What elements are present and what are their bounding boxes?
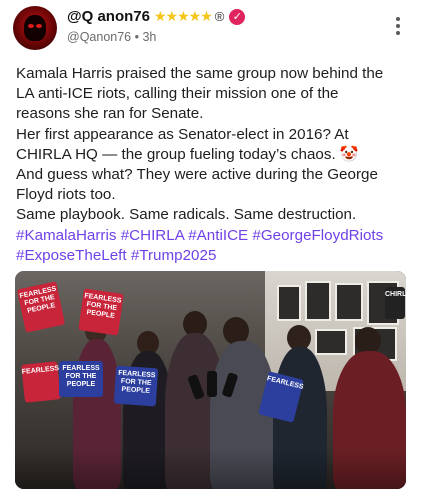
hashtag-line: #ExposeTheLeft #Trump2025: [16, 246, 411, 266]
more-vertical-icon[interactable]: [388, 14, 408, 38]
author-name-row: @Q anon76 ★★★★★ ® ✓: [67, 8, 246, 25]
protest-sign: FEARLESS FOR THE PEOPLE: [78, 288, 124, 336]
post-text-line: Kamala Harris praised the same group now…: [16, 65, 384, 82]
post-text-line: And guess what? They were active during …: [16, 166, 378, 184]
author-display-name[interactable]: @Q anon76: [67, 8, 150, 25]
microphone: [207, 371, 217, 397]
post-text-fragment: CHIRLA HQ — the group fueling today’s ch…: [16, 145, 340, 163]
protest-sign: FEARLESS FOR THE PEOPLE: [113, 365, 159, 407]
hashtag-link[interactable]: #GeorgeFloydRiots: [252, 227, 383, 244]
star-rating-icons: ★★★★★: [153, 8, 213, 24]
post-text-line: Floyd riots too.: [16, 186, 116, 204]
avatar[interactable]: [13, 6, 57, 50]
image-shading: [15, 449, 406, 489]
wall-poster: [277, 285, 301, 321]
protest-sign: CHIRLA: [385, 287, 406, 319]
post-text-line: reasons she ran for Senate.: [16, 105, 204, 123]
hashtag-link[interactable]: #CHIRLA: [121, 227, 184, 244]
hashtag-link[interactable]: #ExposeTheLeft: [16, 247, 127, 264]
avatar-mask-graphic: [24, 15, 46, 41]
hashtag-link[interactable]: #KamalaHarris: [16, 227, 116, 244]
author-meta-row: @Qanon76 • 3h: [67, 30, 156, 44]
hashtag-link[interactable]: #Trump2025: [131, 247, 217, 264]
hashtag-line: #KamalaHarris #CHIRLA #AntiICE #GeorgeFl…: [16, 226, 411, 246]
post-text-line: Her first appearance as Senator-elect in…: [16, 125, 349, 143]
clown-emoji-icon: 🤡: [339, 145, 359, 163]
post-text-line: LA anti-ICE riots, calling their mission…: [16, 85, 339, 103]
author-handle[interactable]: @Qanon76: [67, 30, 131, 44]
post-text-line: Same playbook. Same radicals. Same destr…: [16, 206, 357, 224]
post-text-line: CHIRLA HQ — the group fueling today’s ch…: [16, 145, 411, 165]
post-body: Kamala Harris praised the same group now…: [16, 64, 411, 266]
hashtag-link[interactable]: #AntiICE: [188, 227, 248, 244]
protest-sign: FEARLESS FOR THE PEOPLE: [59, 361, 103, 397]
wall-poster: [315, 329, 347, 355]
post-media-image[interactable]: FEARLESS FOR THE PEOPLE FEARLESS FOR THE PEO…: [15, 271, 406, 489]
meta-separator: •: [134, 30, 139, 44]
post-time[interactable]: 3h: [142, 30, 156, 44]
wall-poster: [335, 283, 363, 321]
wall-poster: [305, 281, 331, 321]
post-header: @Q anon76 ★★★★★ ® ✓ @Qanon76 • 3h: [0, 0, 421, 58]
registered-mark: ®: [214, 9, 225, 24]
check-badge-icon: ✓: [229, 8, 246, 25]
protest-sign: FEARLESS: [21, 361, 61, 403]
